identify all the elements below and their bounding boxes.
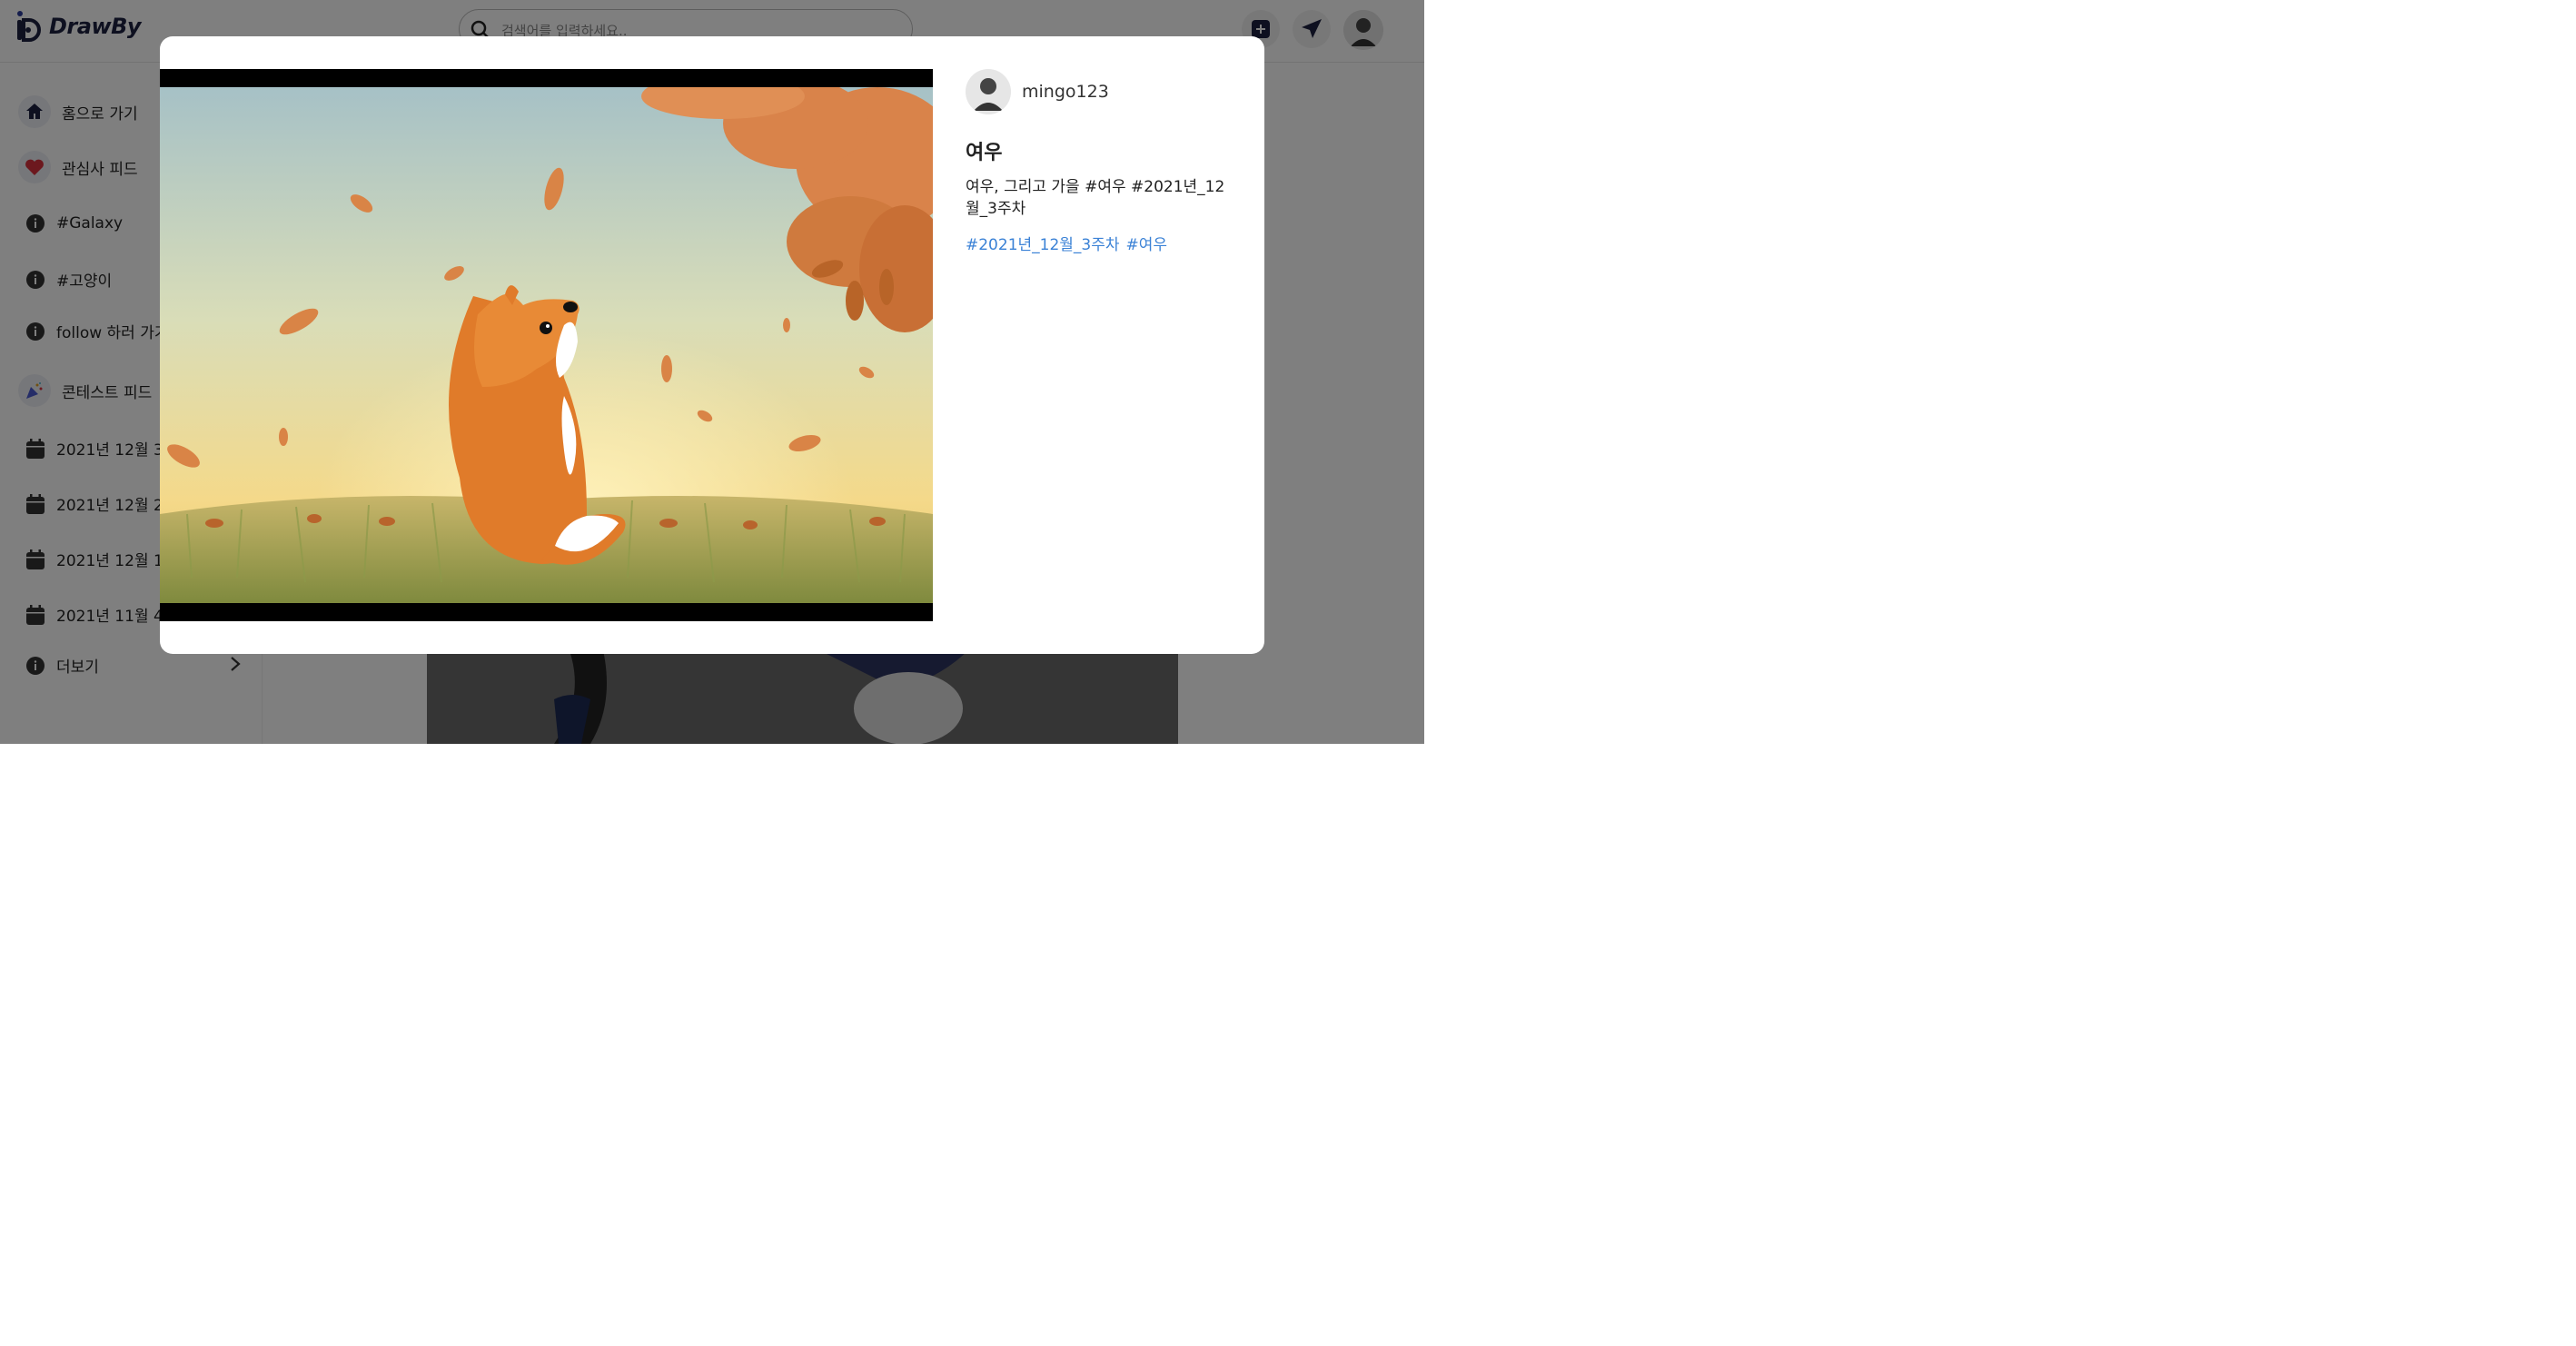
post-title: 여우	[966, 142, 1003, 164]
post-artwork-image	[160, 87, 933, 603]
post-detail-modal: mingo123 여우 여우, 그리고 가을 #여우 #2021년_12월_3주…	[160, 36, 1264, 654]
tag-link[interactable]: #여우	[1126, 232, 1168, 254]
author-avatar[interactable]	[966, 69, 1011, 114]
post-media	[160, 69, 933, 621]
tag-link[interactable]: #2021년_12월_3주차	[966, 232, 1120, 254]
author-username[interactable]: mingo123	[1022, 82, 1109, 102]
post-author[interactable]: mingo123	[966, 69, 1109, 114]
post-description: 여우, 그리고 가을 #여우 #2021년_12월_3주차	[966, 178, 1225, 218]
user-avatar-icon	[966, 69, 1011, 114]
post-tags: #2021년_12월_3주차 #여우	[966, 232, 1167, 254]
